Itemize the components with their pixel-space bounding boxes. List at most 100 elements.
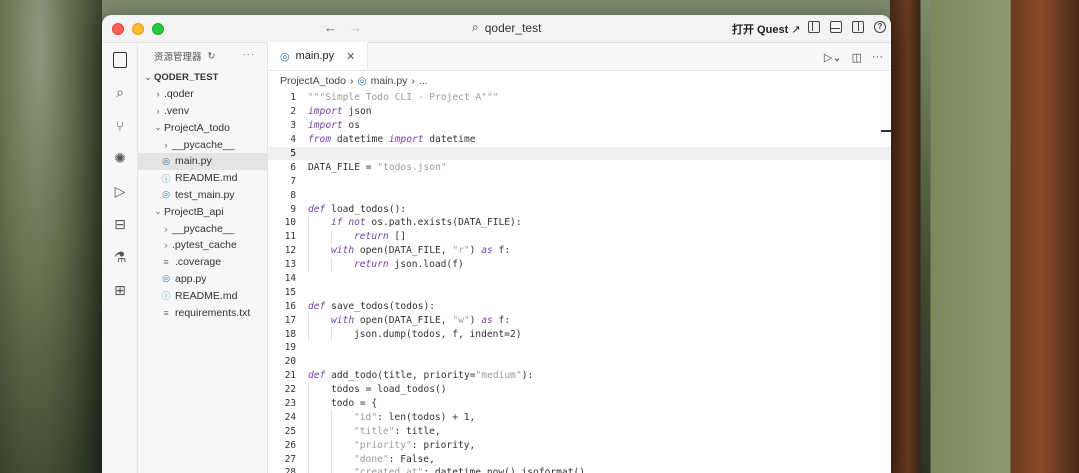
code-line[interactable]: 20: [268, 355, 891, 369]
code-line[interactable]: 24 "id": len(todos) + 1,: [268, 410, 891, 425]
code-token: open(DATA_FILE,: [354, 314, 453, 326]
file-tree: › .qoder › .venv ⌄ ProjectA_todo › __pycache__ ◎…: [138, 86, 267, 321]
keyword-token: def: [308, 203, 326, 215]
code-editor[interactable]: 1 """Simple Todo CLI - Project A""" 2 impor…: [268, 91, 891, 473]
explorer-icon[interactable]: [102, 43, 138, 76]
code-line[interactable]: 2 import json: [268, 105, 891, 119]
toggle-panel-icon[interactable]: [830, 21, 842, 33]
code-line[interactable]: 19: [268, 341, 891, 355]
search-view-icon[interactable]: ⌕: [102, 76, 138, 109]
source-control-icon[interactable]: ⑂: [102, 109, 138, 142]
toggle-secondary-sidebar-icon[interactable]: [852, 21, 864, 33]
command-search[interactable]: ⌕ qoder_test: [472, 20, 541, 35]
code-line[interactable]: 10 if not os.path.exists(DATA_FILE):: [268, 216, 891, 230]
line-number: 23: [284, 398, 296, 410]
code-line[interactable]: 26 "priority": priority,: [268, 438, 891, 453]
close-window-button[interactable]: [112, 23, 124, 35]
code-token: DATA_FILE =: [308, 161, 378, 173]
line-number: 19: [284, 342, 296, 354]
code-line[interactable]: 17 with open(DATA_FILE, "w") as f:: [268, 313, 891, 328]
code-line[interactable]: 4 from datetime import datetime: [268, 133, 891, 147]
code-line[interactable]: 22 todos = load_todos(): [268, 382, 891, 397]
help-icon[interactable]: ?: [874, 21, 886, 33]
debug-icon[interactable]: ✺: [102, 142, 138, 175]
tree-folder[interactable]: › .venv: [138, 103, 267, 120]
tree-folder[interactable]: ⌄ ProjectA_todo: [138, 119, 267, 136]
tree-file[interactable]: ≡ requirements.txt: [138, 304, 267, 321]
code-line[interactable]: 8: [268, 188, 891, 202]
tree-folder[interactable]: › __pycache__: [138, 136, 267, 153]
tree-folder[interactable]: ⌄ ProjectB_api: [138, 203, 267, 220]
indent-guide: [308, 438, 309, 453]
maximize-window-button[interactable]: [152, 23, 164, 35]
indent-guide: [331, 410, 332, 425]
code-line[interactable]: 7: [268, 174, 891, 188]
keyword-token: return: [354, 259, 389, 271]
code-line[interactable]: 28 "created_at": datetime.now().isoformat…: [268, 466, 891, 473]
breadcrumb-separator-icon: ›: [349, 75, 354, 87]
run-icon[interactable]: ▷: [102, 175, 138, 208]
code-line[interactable]: 3 import os: [268, 119, 891, 133]
code-token: datetime: [423, 134, 476, 146]
keyword-token: import: [308, 106, 343, 118]
remote-icon[interactable]: ⊟: [102, 208, 138, 241]
code-line[interactable]: 9 def load_todos():: [268, 202, 891, 216]
close-tab-icon[interactable]: ✕: [346, 50, 355, 63]
back-arrow-icon[interactable]: ←: [324, 20, 337, 35]
run-file-icon[interactable]: ▷⌄: [824, 51, 842, 64]
minimize-window-button[interactable]: [132, 23, 144, 35]
code-line[interactable]: 15: [268, 285, 891, 299]
code-token: json.dump(todos, f, indent=2): [354, 328, 522, 340]
tree-file[interactable]: ◎ main.py: [138, 152, 267, 170]
tree-folder[interactable]: › .pytest_cache: [138, 237, 267, 254]
code-token: ): [469, 245, 482, 257]
explorer-sidebar: 资源管理器 ↻ ··· ⌄ QODER_TEST › .qoder › .venv ⌄ P…: [138, 43, 268, 473]
tree-file[interactable]: ⓘ README.md: [138, 170, 267, 187]
code-line[interactable]: 23 todo = {: [268, 396, 891, 411]
tab-main-py[interactable]: ◎ main.py ✕: [268, 42, 369, 70]
toggle-sidebar-icon[interactable]: [808, 21, 820, 33]
string-token: "title": [354, 425, 395, 437]
tree-file[interactable]: ⓘ README.md: [138, 287, 267, 304]
code-line[interactable]: 5: [268, 146, 891, 161]
extensions-icon[interactable]: ⊞: [102, 274, 138, 307]
code-line[interactable]: 13 return json.load(f): [268, 257, 891, 272]
tree-file[interactable]: ◎ app.py: [138, 271, 267, 288]
tree-folder[interactable]: › __pycache__: [138, 220, 267, 237]
tree-item-label: main.py: [175, 155, 212, 168]
open-quest-button[interactable]: 打开 Quest ↗: [732, 21, 800, 37]
line-number: 27: [284, 453, 296, 465]
workspace-root[interactable]: ⌄ QODER_TEST: [138, 69, 267, 86]
breadcrumb-file[interactable]: main.py: [371, 75, 408, 87]
tree-file[interactable]: ≡ .coverage: [138, 254, 267, 271]
code-line[interactable]: 6 DATA_FILE = "todos.json": [268, 160, 891, 174]
code-line[interactable]: 11 return []: [268, 229, 891, 244]
code-token: os.path.exists(DATA_FILE):: [365, 217, 522, 229]
code-line[interactable]: 21 def add_todo(title, priority="medium")…: [268, 369, 891, 383]
code-line[interactable]: 27 "done": False,: [268, 452, 891, 467]
code-line[interactable]: 14: [268, 272, 891, 286]
code-line[interactable]: 16 def save_todos(todos):: [268, 299, 891, 313]
more-actions-icon[interactable]: ···: [243, 49, 256, 60]
forward-arrow-icon[interactable]: →: [349, 20, 362, 35]
string-token: "medium": [475, 370, 522, 382]
breadcrumb-symbol[interactable]: ...: [419, 75, 428, 87]
indent-guide: [308, 410, 309, 425]
breadcrumb-folder[interactable]: ProjectA_todo: [280, 75, 346, 87]
tree-file[interactable]: ◎ test_main.py: [138, 187, 267, 204]
split-editor-icon[interactable]: ◫: [852, 51, 862, 64]
code-text: DATA_FILE = "todos.json": [306, 162, 447, 173]
code-line[interactable]: 25 "title": title,: [268, 424, 891, 439]
tree-folder[interactable]: › .qoder: [138, 86, 267, 103]
code-text: "created_at": datetime.now().isoformat(): [306, 467, 585, 473]
indent-guide: [308, 466, 309, 473]
code-text: json.dump(todos, f, indent=2): [306, 329, 522, 340]
code-line[interactable]: 12 with open(DATA_FILE, "r") as f:: [268, 243, 891, 258]
more-editor-actions-icon[interactable]: ···: [872, 51, 883, 64]
testing-icon[interactable]: ⚗: [102, 241, 138, 274]
indent-guide: [331, 438, 332, 453]
code-line[interactable]: 18 json.dump(todos, f, indent=2): [268, 327, 891, 342]
chevron-right-icon: ›: [156, 89, 160, 100]
code-line[interactable]: 1 """Simple Todo CLI - Project A""": [268, 91, 891, 105]
refresh-icon[interactable]: ↻: [208, 51, 216, 62]
